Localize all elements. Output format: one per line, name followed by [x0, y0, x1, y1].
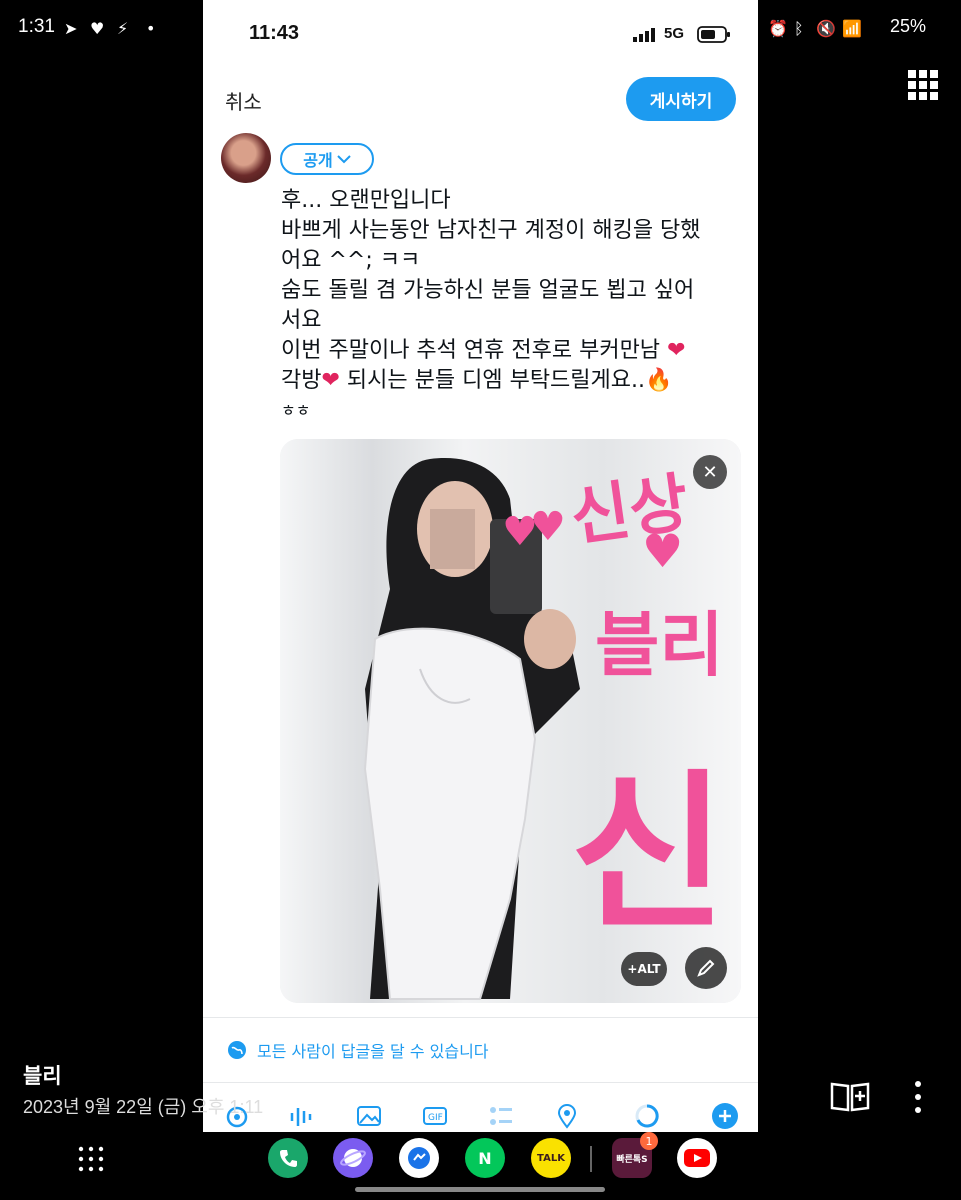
globe-icon [228, 1041, 246, 1059]
edit-photo-button[interactable] [685, 947, 727, 989]
dot-icon: • [146, 19, 156, 38]
post-button[interactable]: 게시하기 [626, 77, 736, 121]
fire-icon: 🔥 [645, 368, 673, 393]
tweet-text[interactable]: 후... 오랜만입니다 바쁘게 사는동안 남자친구 계정이 해킹을 당했 어요 … [281, 186, 741, 426]
tweet-line: 각방 [281, 368, 322, 393]
audience-label: 공개 [303, 151, 333, 170]
network-type: 5G [664, 25, 685, 42]
reply-setting[interactable]: 모든 사람이 답글을 달 수 있습니다 [227, 1038, 489, 1062]
vpn-icon: ⚡ [117, 19, 129, 38]
battery-level: 25% [890, 16, 927, 36]
notification-badge: 1 [640, 1132, 658, 1150]
image-icon[interactable] [355, 1102, 383, 1130]
red-heart-icon: ❤ [667, 338, 686, 363]
home-indicator[interactable] [355, 1187, 605, 1192]
sticker-text: 블리 [595, 604, 724, 686]
gif-icon[interactable]: GIF [421, 1102, 449, 1130]
attached-photo[interactable]: 신상 ♥ ♥ ♥ 블리 신 ✕ +ALT [280, 439, 741, 1003]
battery-icon [697, 26, 730, 43]
all-apps-icon[interactable] [78, 1146, 104, 1172]
pink-heart-icon: ♥ [530, 504, 566, 550]
svg-text:GIF: GIF [428, 1113, 443, 1123]
avatar[interactable] [221, 133, 271, 183]
compose-toolbar: GIF [203, 1092, 758, 1132]
wifi-icon: 📶 [842, 19, 862, 38]
add-to-album-icon[interactable] [830, 1080, 870, 1114]
close-icon: ✕ [702, 461, 718, 483]
pink-heart-icon: ♥ [642, 524, 684, 578]
photo-date: 2023년 9월 22일 (금) 오후 1:11 [23, 1097, 264, 1117]
remove-photo-button[interactable]: ✕ [693, 455, 727, 489]
audience-selector[interactable]: 공개 [280, 143, 374, 175]
phone-screenshot: 11:43 5G 취소 게시하기 공개 후... 오랜만입니다 바쁘게 사는동안… [203, 0, 758, 1132]
dock-divider [590, 1146, 592, 1172]
album-title: 블리 [23, 1064, 62, 1088]
chevron-down-icon [337, 155, 351, 164]
add-tweet-button[interactable] [711, 1102, 739, 1130]
red-heart-icon: ❤ [321, 368, 340, 393]
messenger-app-icon[interactable] [399, 1138, 439, 1178]
reply-setting-label: 모든 사람이 답글을 달 수 있습니다 [257, 1042, 489, 1061]
tweet-line-row: 이번 주말이나 추석 연휴 전후로 부커만남 ❤ [281, 336, 741, 366]
kakaotalk-app-icon[interactable]: TALK [531, 1138, 571, 1178]
tweet-line-row: 각방❤ 되시는 분들 디엠 부탁드릴게요..🔥 [281, 366, 741, 396]
pencil-icon [697, 959, 715, 977]
youtube-app-icon[interactable] [677, 1138, 717, 1178]
char-count-icon [633, 1102, 661, 1130]
poll-icon[interactable] [487, 1102, 515, 1130]
signal-icon [633, 28, 655, 42]
outer-clock: 1:31 [18, 16, 55, 37]
alarm-icon: ⏰ [768, 19, 788, 38]
sticker-text: 신 [570, 755, 727, 953]
tweet-line: ㅎㅎ [281, 401, 311, 420]
tweet-line: 이번 주말이나 추석 연휴 전후로 부커만남 [281, 338, 661, 363]
telegram-icon: ➤ [64, 19, 78, 38]
divider [203, 1017, 758, 1018]
mute-icon: 🔇 [816, 19, 836, 38]
apps-grid-icon[interactable] [908, 70, 938, 100]
tweet-line: 후... 오랜만입니다 [281, 188, 451, 213]
location-icon[interactable] [553, 1102, 581, 1130]
internet-app-icon[interactable] [333, 1138, 373, 1178]
heart-app-icon: ♥ [90, 19, 105, 38]
more-options-icon[interactable] [908, 1080, 928, 1114]
bbaren-talk-label: 빠른톡S [616, 1154, 648, 1165]
alt-text-button[interactable]: +ALT [621, 952, 667, 986]
phone-clock: 11:43 [249, 22, 300, 44]
tweet-line: 바쁘게 사는동안 남자친구 계정이 해킹을 당했 [281, 218, 701, 243]
tweet-line: 숨도 돌릴 겸 가능하신 분들 얼굴도 뵙고 싶어 [281, 278, 695, 303]
divider [203, 1082, 758, 1083]
tweet-line: 되시는 분들 디엠 부탁드릴게요.. [346, 368, 646, 393]
naver-app-icon[interactable]: N [465, 1138, 505, 1178]
cancel-button[interactable]: 취소 [225, 86, 262, 115]
tweet-line: 어요 ^^; ㅋㅋ [281, 248, 421, 273]
tweet-line: 서요 [281, 308, 322, 333]
bluetooth-icon: ᛒ [794, 19, 804, 38]
voice-icon[interactable] [288, 1102, 316, 1130]
phone-app-icon[interactable] [268, 1138, 308, 1178]
